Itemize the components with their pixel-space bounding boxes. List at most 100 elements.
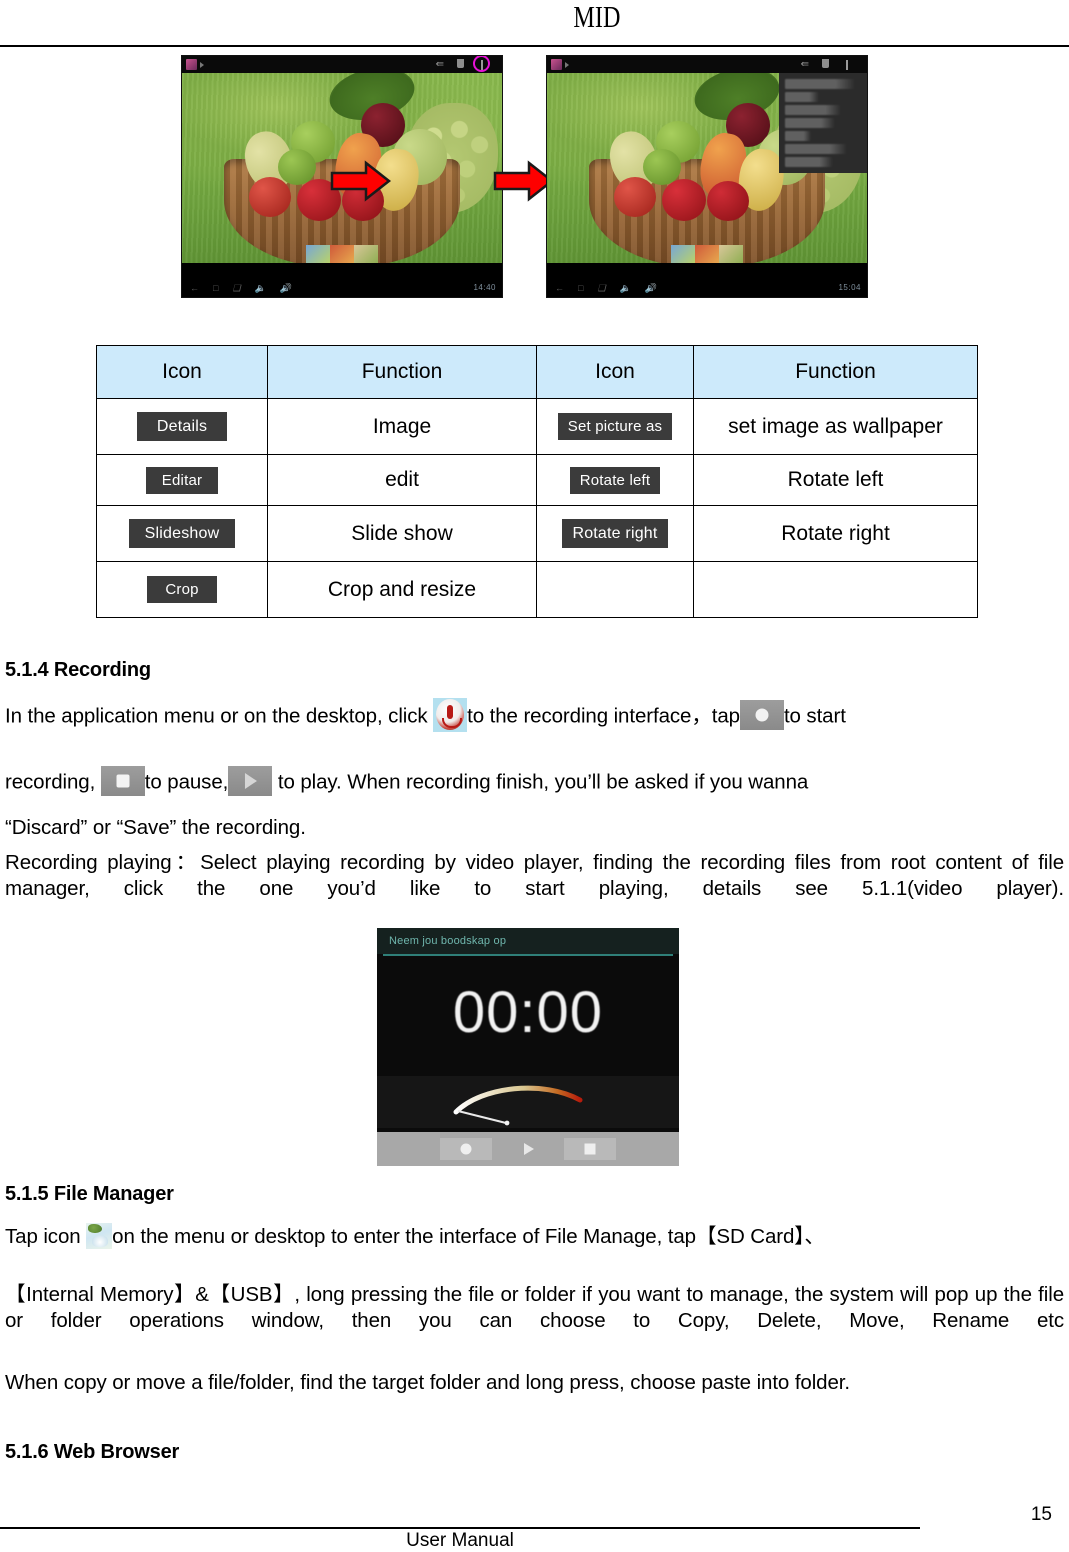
overflow-menu-highlight-circle — [473, 56, 490, 72]
cell-icon-crop: Crop — [96, 561, 268, 618]
cell-function-set-wallpaper: set image as wallpaper — [693, 398, 978, 455]
fruit-red-apple-a — [614, 177, 657, 217]
recorder-record-button[interactable] — [440, 1138, 492, 1160]
filmstrip-thumb[interactable] — [354, 245, 378, 263]
recents-icon[interactable]: ❑ — [232, 283, 240, 293]
record-button-icon — [739, 700, 784, 730]
fruit-red-apple-b — [662, 179, 707, 221]
filmstrip-thumb[interactable] — [695, 245, 719, 263]
gallery-app-icon — [186, 59, 197, 70]
filmstrip-thumb[interactable] — [330, 245, 354, 263]
trash-icon[interactable] — [457, 59, 464, 68]
heading-web-browser: 5.1.6 Web Browser — [5, 1441, 180, 1463]
file-manager-text-1b: on the menu or desktop to enter the inte… — [112, 1225, 825, 1248]
editar-button-chip: Editar — [145, 466, 219, 494]
home-icon[interactable]: □ — [578, 283, 583, 293]
table-header-row: Icon Function Icon Function — [96, 345, 978, 399]
recents-icon[interactable]: ❑ — [597, 283, 605, 293]
fruit-red-apple-c — [707, 181, 749, 221]
recorder-level-meter — [377, 1076, 679, 1128]
home-icon[interactable]: □ — [213, 283, 218, 293]
thumbnail-filmstrip[interactable] — [671, 245, 743, 263]
recording-text-2b: to pause, — [144, 770, 229, 794]
recording-text-1c: to start — [783, 704, 846, 728]
recording-text-1a: In the application menu or on the deskto… — [5, 704, 428, 728]
menu-item[interactable] — [785, 79, 855, 89]
filmstrip-thumb[interactable] — [306, 245, 330, 263]
file-manager-paragraph-line1: Tap icon on the menu or desktop to enter… — [5, 1222, 1064, 1251]
share-icon[interactable]: ⇚ — [436, 60, 444, 70]
menu-item[interactable] — [785, 118, 835, 128]
volume-up-icon[interactable]: 🔊 — [280, 283, 291, 293]
heading-recording: 5.1.4 Recording — [5, 659, 151, 681]
cell-function-rotate-right: Rotate right — [693, 505, 978, 562]
fruit-red-apple-a — [249, 177, 292, 217]
back-icon[interactable]: ← — [190, 283, 199, 293]
status-clock: 15:04 — [838, 283, 861, 292]
menu-item[interactable] — [785, 144, 847, 154]
heading-file-manager: 5.1.5 File Manager — [5, 1183, 174, 1205]
header-divider — [0, 45, 1069, 47]
column-header-function-2: Function — [693, 345, 978, 399]
volume-down-icon[interactable]: 🔈 — [255, 283, 266, 293]
gallery-app-icon — [551, 59, 562, 70]
menu-item[interactable] — [785, 157, 833, 167]
recorder-title: Neem jou boodskap op — [377, 928, 679, 954]
back-icon[interactable]: ← — [555, 283, 564, 293]
cell-function-crop-resize: Crop and resize — [267, 561, 537, 618]
nav-icon-group[interactable]: ← □ ❑ 🔈 🔊 — [190, 283, 291, 293]
icon-function-table: Icon Function Icon Function Details Imag… — [96, 345, 978, 618]
screenshot-row: ⇚ ← □ ❑ 🔈 🔊 14:40 ⇚ ← □ ❑ 🔈 🔊 15:04 — [0, 55, 1069, 305]
recorder-timer: 00:00 — [452, 980, 604, 1045]
filmstrip-thumb[interactable] — [719, 245, 743, 263]
cell-icon-slideshow: Slideshow — [96, 505, 268, 562]
menu-item[interactable] — [785, 92, 819, 102]
menu-item[interactable] — [785, 131, 811, 141]
rotate-left-button-chip: Rotate left — [569, 466, 661, 494]
slideshow-button-chip: Slideshow — [128, 519, 236, 548]
recorder-control-bar — [377, 1132, 679, 1166]
filmstrip-thumb[interactable] — [671, 245, 695, 263]
recording-paragraph-line1: In the application menu or on the deskto… — [5, 698, 1064, 734]
cell-function-slide-show: Slide show — [267, 505, 537, 562]
recorder-title-underline — [383, 954, 673, 956]
share-icon[interactable]: ⇚ — [801, 60, 809, 70]
cell-function-rotate-left: Rotate left — [693, 454, 978, 506]
recorder-play-button[interactable] — [502, 1138, 554, 1160]
tablet-navigation-bar: ← □ ❑ 🔈 🔊 15:04 — [547, 279, 867, 297]
column-header-function-1: Function — [267, 345, 537, 399]
page-number: 15 — [1030, 1504, 1052, 1525]
volume-down-icon[interactable]: 🔈 — [620, 283, 631, 293]
recording-text-1b: to the recording interface，tap — [467, 704, 740, 728]
page-header: MID — [0, 0, 1069, 48]
trash-icon[interactable] — [822, 59, 829, 68]
cell-function-edit: edit — [267, 454, 537, 506]
recorder-stop-button[interactable] — [564, 1138, 616, 1160]
table-row: Details Image Set picture as set image a… — [96, 398, 978, 455]
status-clock: 14:40 — [473, 283, 496, 292]
annotation-arrow-inner — [330, 160, 392, 202]
recording-text-2c: to play. When recording finish, you’ll b… — [277, 770, 809, 794]
file-manager-icon — [86, 1222, 113, 1249]
table-row: Slideshow Slide show Rotate right Rotate… — [96, 505, 978, 562]
screenshot-gallery-menu-open: ⇚ ← □ ❑ 🔈 🔊 15:04 — [546, 55, 868, 298]
overflow-dropdown-menu[interactable] — [779, 73, 867, 173]
tablet-action-bar: ⇚ — [182, 56, 502, 73]
volume-up-icon[interactable]: 🔊 — [645, 283, 656, 293]
screenshot-sound-recorder: Neem jou boodskap op 00:00 — [377, 928, 679, 1166]
pause-button-icon — [100, 766, 145, 796]
cell-function-empty — [693, 561, 978, 618]
rotate-right-button-chip: Rotate right — [562, 519, 668, 548]
set-picture-as-button-chip: Set picture as — [557, 413, 673, 440]
nav-icon-group[interactable]: ← □ ❑ 🔈 🔊 — [555, 283, 656, 293]
microphone-icon — [433, 698, 468, 732]
thumbnail-filmstrip[interactable] — [306, 245, 378, 263]
cell-icon-rotate-right: Rotate right — [536, 505, 694, 562]
menu-item[interactable] — [785, 105, 841, 115]
details-button-chip: Details — [136, 412, 228, 441]
cell-function-image: Image — [267, 398, 537, 455]
cell-icon-rotate-left: Rotate left — [536, 454, 694, 506]
column-header-icon-1: Icon — [96, 345, 268, 399]
overflow-menu-icon[interactable] — [846, 60, 848, 70]
tablet-action-bar: ⇚ — [547, 56, 867, 73]
